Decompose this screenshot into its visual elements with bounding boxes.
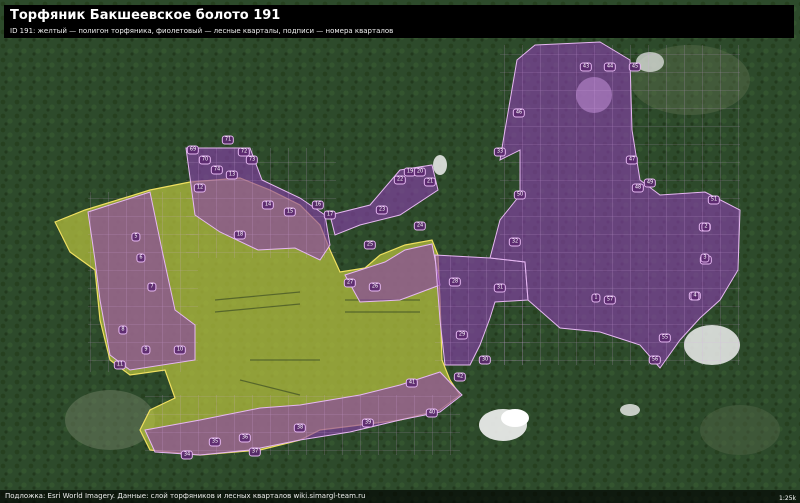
quarter-label: 23 bbox=[375, 205, 389, 215]
quarter-label: 55 bbox=[658, 333, 672, 343]
quarter-label: 30 bbox=[478, 355, 492, 365]
quarter-label: 10 bbox=[173, 345, 187, 355]
quarter-label: 73 bbox=[245, 155, 259, 165]
quarter-label: 56 bbox=[648, 355, 662, 365]
quarter-label: 69 bbox=[186, 145, 200, 155]
map-view[interactable]: 69 70 71 72 73 74 5 6 7 8 9 10 11 12 13 14 15 16 17 18 19 20 2… bbox=[0, 0, 800, 503]
quarter-label: 5 bbox=[131, 232, 141, 242]
quarter-label: 6 bbox=[136, 253, 146, 263]
quarter-label: 8 bbox=[118, 325, 128, 335]
scale-text: 1:25k bbox=[779, 495, 796, 502]
quarter-label: 38 bbox=[293, 423, 307, 433]
quarter-label: 43 bbox=[579, 62, 593, 72]
quarter-label: 32 bbox=[508, 237, 522, 247]
quarter-label: 34 bbox=[180, 450, 194, 460]
quarter-label: 37 bbox=[248, 447, 262, 457]
quarter-label: 22 bbox=[393, 175, 407, 185]
quarter-label: 39 bbox=[361, 418, 375, 428]
quarter-label: 1 bbox=[591, 293, 601, 303]
header-panel: Торфяник Бакшеевское болото 191 ID 191: … bbox=[4, 5, 794, 38]
quarter-label: 16 bbox=[311, 200, 325, 210]
page-subtitle: ID 191: желтый — полигон торфяника, фиол… bbox=[10, 27, 394, 35]
quarter-label: 42 bbox=[453, 372, 467, 382]
quarter-label: 57 bbox=[603, 295, 617, 305]
quarter-label: 70 bbox=[198, 155, 212, 165]
quarter-label: 12 bbox=[193, 183, 207, 193]
quarter-label: 4 bbox=[690, 291, 700, 301]
quarter-label: 2 bbox=[701, 222, 711, 232]
quarter-label: 27 bbox=[343, 278, 357, 288]
page-title: Торфяник Бакшеевское болото 191 bbox=[10, 8, 281, 23]
quarter-label: 18 bbox=[233, 230, 247, 240]
quarter-label: 7 bbox=[147, 282, 157, 292]
quarter-label: 28 bbox=[448, 277, 462, 287]
quarter-label: 71 bbox=[221, 135, 235, 145]
quarter-label: 51 bbox=[707, 195, 721, 205]
quarter-label: 50 bbox=[513, 190, 527, 200]
quarter-label: 3 bbox=[700, 253, 710, 263]
quarter-label: 36 bbox=[238, 433, 252, 443]
quarter-label: 46 bbox=[512, 108, 526, 118]
quarter-label: 9 bbox=[141, 345, 151, 355]
attribution-bar: Подложка: Esri World Imagery. Данные: сл… bbox=[0, 490, 800, 503]
quarter-label: 26 bbox=[368, 282, 382, 292]
quarter-label: 44 bbox=[603, 62, 617, 72]
forest-quarter bbox=[344, 243, 441, 303]
quarter-label: 13 bbox=[225, 170, 239, 180]
quarter-label: 74 bbox=[210, 165, 224, 175]
quarter-label: 31 bbox=[493, 283, 507, 293]
quarter-label: 15 bbox=[283, 207, 297, 217]
quarter-label: 20 bbox=[413, 167, 427, 177]
quarter-label: 45 bbox=[628, 62, 642, 72]
quarter-label: 24 bbox=[413, 221, 427, 231]
quarter-label: 11 bbox=[113, 360, 127, 370]
attribution-text: Подложка: Esri World Imagery. Данные: сл… bbox=[5, 492, 366, 500]
quarter-label: 33 bbox=[493, 147, 507, 157]
quarter-label: 21 bbox=[423, 177, 437, 187]
quarter-label: 40 bbox=[425, 408, 439, 418]
quarter-label: 41 bbox=[405, 378, 419, 388]
quarter-label: 25 bbox=[363, 240, 377, 250]
quarter-label: 47 bbox=[625, 155, 639, 165]
quarter-label: 29 bbox=[455, 330, 469, 340]
quarter-label: 35 bbox=[208, 437, 222, 447]
quarter-label: 49 bbox=[643, 178, 657, 188]
quarter-label: 14 bbox=[261, 200, 275, 210]
forest-quarters-layer bbox=[87, 41, 741, 456]
quarter-label: 48 bbox=[631, 183, 645, 193]
quarter-label: 17 bbox=[323, 210, 337, 220]
